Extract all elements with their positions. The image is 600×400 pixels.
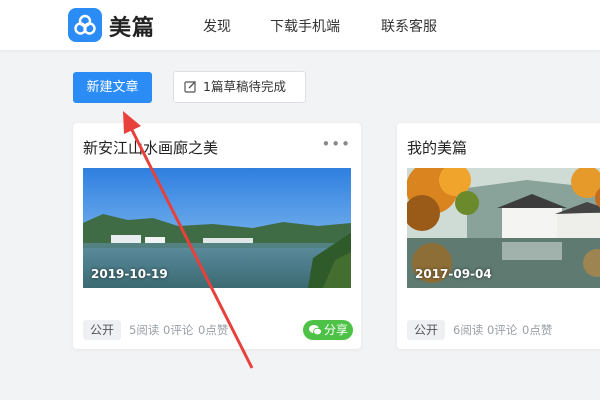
wechat-icon (309, 325, 322, 336)
article-card[interactable]: 新安江山水画廊之美 ••• 2019-10-19 公开 5阅读 0评论 0点赞 … (73, 123, 361, 349)
new-article-button[interactable]: 新建文章 (73, 72, 152, 103)
share-button[interactable]: 分享 (303, 320, 353, 340)
read-count: 5阅读 (129, 323, 160, 337)
share-label: 分享 (324, 323, 349, 337)
article-footer: 公开 6阅读 0评论 0点赞 (407, 320, 600, 340)
brand-name[interactable]: 美篇 (109, 10, 155, 42)
article-date: 2017-09-04 (415, 267, 492, 281)
top-navigation-bar: 美篇 发现 下载手机端 联系客服 (0, 0, 600, 50)
article-footer: 公开 5阅读 0评论 0点赞 分享 (83, 320, 353, 340)
article-card[interactable]: 我的美篇 2017-09-04 公开 6阅读 0评论 0点赞 (397, 123, 600, 349)
comment-count: 0评论 (163, 323, 194, 337)
article-cover-image[interactable]: 2017-09-04 (407, 168, 600, 288)
nav-contact-support[interactable]: 联系客服 (381, 16, 437, 36)
nav-discover[interactable]: 发现 (203, 16, 231, 36)
like-count: 0点赞 (198, 323, 229, 337)
article-title[interactable]: 我的美篇 (407, 137, 467, 158)
edit-icon (184, 81, 196, 93)
article-title[interactable]: 新安江山水画廊之美 (83, 137, 218, 158)
app-logo-icon[interactable] (68, 8, 102, 42)
article-cover-image[interactable]: 2019-10-19 (83, 168, 351, 288)
like-count: 0点赞 (522, 323, 553, 337)
visibility-badge[interactable]: 公开 (407, 320, 446, 340)
visibility-badge[interactable]: 公开 (83, 320, 122, 340)
article-date: 2019-10-19 (91, 267, 168, 281)
read-count: 6阅读 (453, 323, 484, 337)
drafts-button[interactable]: 1篇草稿待完成 (173, 71, 306, 103)
comment-count: 0评论 (487, 323, 518, 337)
more-icon[interactable]: ••• (321, 135, 351, 153)
drafts-label: 1篇草稿待完成 (203, 79, 286, 94)
nav-download-app[interactable]: 下载手机端 (270, 16, 340, 36)
